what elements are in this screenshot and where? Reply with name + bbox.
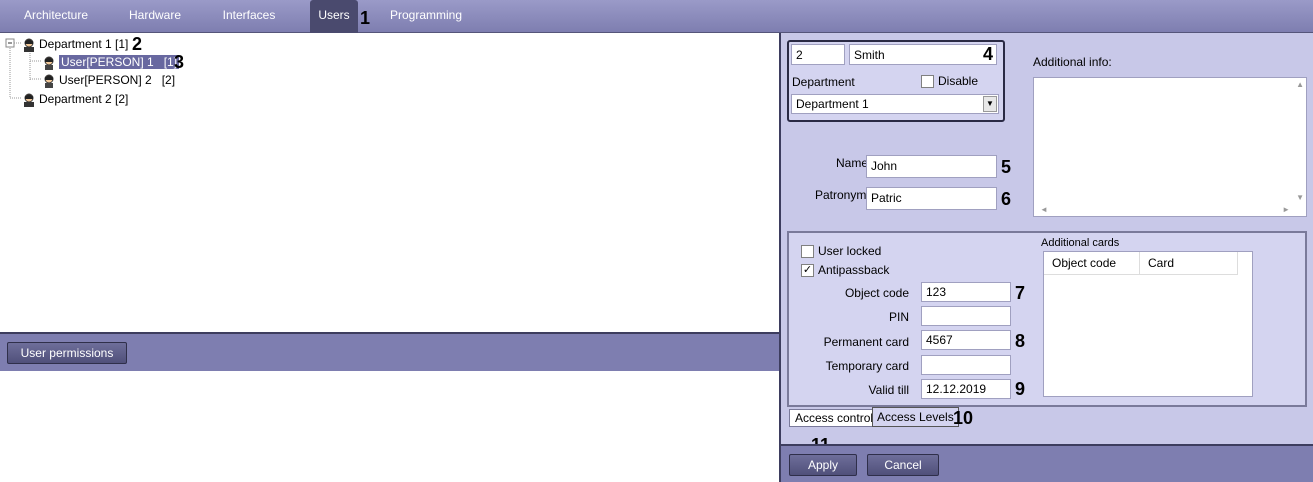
callout-3: 3 xyxy=(174,52,185,72)
callout-6: 6 xyxy=(1001,189,1012,209)
disable-check-icon xyxy=(921,75,934,89)
disable-label: Disable xyxy=(938,74,979,88)
user2-count: [2] xyxy=(161,73,176,87)
tree-node-user-2[interactable]: User[PERSON] 2 [2] xyxy=(42,72,175,88)
user-locked-checkbox[interactable]: User locked xyxy=(801,244,882,259)
tree-node-department-2[interactable]: Department 2 [2] xyxy=(22,91,128,107)
department-value: Department 1 xyxy=(796,97,869,111)
temporary-card-label: Temporary card xyxy=(825,359,909,373)
person-icon xyxy=(44,74,54,88)
chevron-down-icon[interactable]: ▼ xyxy=(983,96,997,112)
scroll-up-icon[interactable]: ▲ xyxy=(1296,80,1304,89)
valid-till-field[interactable]: 12.12.2019 xyxy=(921,379,1011,399)
department-icon xyxy=(24,93,34,107)
pin-field[interactable] xyxy=(921,306,1011,326)
tab-hardware[interactable]: Hardware xyxy=(120,0,190,33)
action-bar: Apply Cancel xyxy=(781,444,1313,482)
user-details-panel: 2 Smith 4 Department Disable Department … xyxy=(779,33,1313,482)
valid-till-label: Valid till xyxy=(868,383,909,397)
callout-7: 7 xyxy=(1015,283,1026,303)
patronymic-field[interactable]: Patric xyxy=(866,187,997,210)
user2-name: User[PERSON] 2 xyxy=(59,73,152,87)
callout-9: 9 xyxy=(1015,379,1026,399)
additional-cards-label: Additional cards xyxy=(1041,237,1120,249)
cards-header-card[interactable]: Card xyxy=(1140,252,1238,275)
tree-node-label-selected: User[PERSON] 1 [1] xyxy=(59,55,180,69)
additional-info-label: Additional info: xyxy=(1033,55,1112,69)
callout-1: 1 xyxy=(360,8,371,28)
tree-node-label: Department 2 [2] xyxy=(39,92,129,106)
antipassback-checkbox[interactable]: ✓ Antipassback xyxy=(801,263,890,278)
additional-cards-table[interactable]: Object code Card xyxy=(1043,251,1253,397)
callout-4: 4 xyxy=(983,44,994,64)
antipassback-check-icon: ✓ xyxy=(801,264,814,278)
tab-architecture[interactable]: Architecture xyxy=(14,0,98,33)
permanent-card-field[interactable]: 4567 xyxy=(921,330,1011,350)
object-code-label: Object code xyxy=(844,286,909,300)
callout-5: 5 xyxy=(1001,157,1012,177)
scroll-down-icon[interactable]: ▼ xyxy=(1296,193,1304,202)
callout-10: 10 xyxy=(953,408,974,428)
tree-node-department-1[interactable]: Department 1 [1] xyxy=(22,36,128,52)
user-locked-check-icon xyxy=(801,245,814,259)
scroll-left-icon[interactable]: ◄ xyxy=(1040,205,1048,214)
name-label: Name xyxy=(836,156,869,170)
antipassback-label: Antipassback xyxy=(818,263,890,277)
object-code-field[interactable]: 123 xyxy=(921,282,1011,302)
user-locked-label: User locked xyxy=(818,244,882,258)
surname-field[interactable]: Smith xyxy=(849,44,997,65)
callout-2: 2 xyxy=(132,34,143,54)
temporary-card-field[interactable] xyxy=(921,355,1011,375)
subtab-access-control[interactable]: Access control xyxy=(789,409,880,427)
apply-button[interactable]: Apply xyxy=(789,454,857,476)
tab-programming[interactable]: Programming xyxy=(386,0,466,33)
callout-8: 8 xyxy=(1015,331,1026,351)
user1-name: User[PERSON] 1 xyxy=(61,55,154,69)
permanent-card-label: Permanent card xyxy=(823,335,909,349)
user-tree: Department 1 [1] 2 User[PERSON] 1 [1] 3 … xyxy=(0,34,779,332)
cards-header-object-code[interactable]: Object code xyxy=(1044,252,1140,275)
person-icon xyxy=(44,56,54,70)
tree-node-label: Department 1 [1] xyxy=(39,37,129,51)
id-field[interactable]: 2 xyxy=(791,44,845,65)
name-field[interactable]: John xyxy=(866,155,997,178)
additional-info-textarea[interactable]: ▲ ▼ ◄ ► xyxy=(1033,77,1307,217)
tab-interfaces[interactable]: Interfaces xyxy=(212,0,286,33)
main-tab-bar: Architecture Hardware Interfaces Users P… xyxy=(0,0,1313,33)
tab-users[interactable]: Users xyxy=(310,0,358,33)
pin-label: PIN xyxy=(888,310,909,324)
department-icon xyxy=(24,38,34,52)
subtab-access-levels[interactable]: Access Levels xyxy=(872,407,959,427)
scroll-right-icon[interactable]: ► xyxy=(1282,205,1290,214)
permissions-bar: User permissions xyxy=(0,332,779,371)
disable-checkbox[interactable]: Disable xyxy=(921,74,979,89)
department-label: Department xyxy=(792,75,855,89)
cancel-button[interactable]: Cancel xyxy=(867,454,939,476)
user-permissions-button[interactable]: User permissions xyxy=(7,342,127,364)
tree-node-user-1[interactable]: User[PERSON] 1 [1] xyxy=(42,54,180,70)
department-select[interactable]: Department 1 ▼ xyxy=(791,94,999,114)
